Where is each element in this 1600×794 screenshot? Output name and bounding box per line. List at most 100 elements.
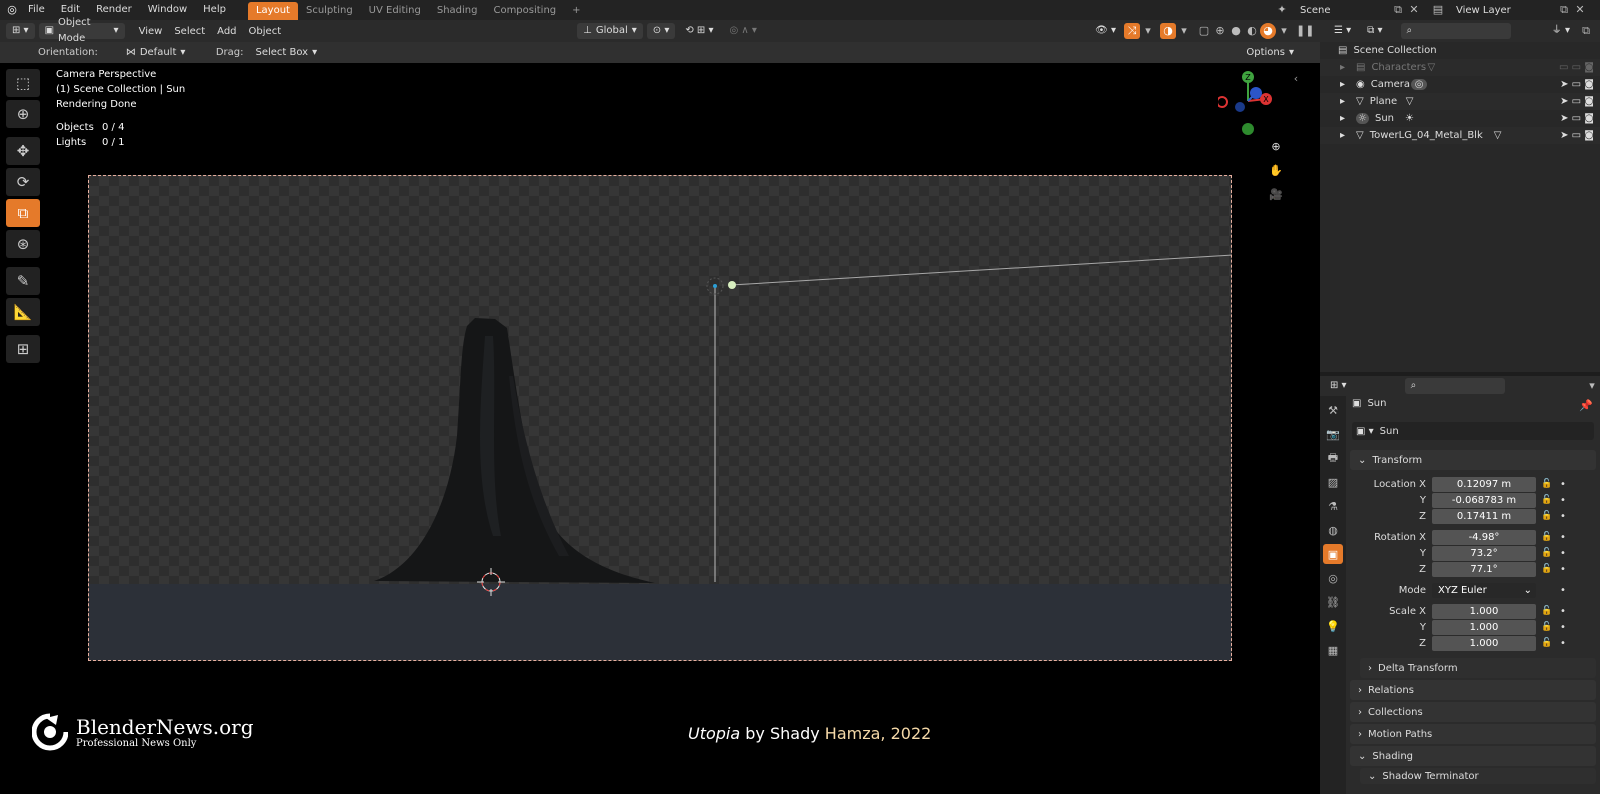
expand-arrow-icon[interactable]: ▸	[1340, 96, 1356, 107]
gizmo-toggle-icon[interactable]: ⤨	[1124, 23, 1140, 39]
tab-sculpting[interactable]: Sculpting	[298, 2, 361, 20]
wireframe-shading-icon[interactable]: ⊕	[1212, 23, 1228, 39]
blender-logo-icon[interactable]: ◎	[4, 2, 20, 18]
rendered-shading-icon[interactable]: ◕	[1260, 23, 1276, 39]
motion-paths-section[interactable]: › Motion Paths	[1350, 724, 1596, 744]
outliner-item-characters[interactable]: ▸ ▤ Characters ▽ ▭ ▭ ◙	[1320, 59, 1600, 76]
texture-tab-icon[interactable]: ▦	[1323, 640, 1343, 660]
lock-icon[interactable]: 🔓	[1540, 638, 1554, 648]
measure-tool[interactable]: 📐	[6, 298, 40, 326]
pin-icon[interactable]: 📌	[1578, 398, 1594, 414]
xray-icon[interactable]: ▢	[1196, 23, 1212, 39]
visibility-icons[interactable]: ➤ ▭ ◙	[1560, 79, 1594, 90]
lock-icon[interactable]: 🔓	[1540, 495, 1554, 505]
copy-scene-icon[interactable]: ⧉	[1390, 2, 1406, 18]
world-tab-icon[interactable]: ◍	[1323, 520, 1343, 540]
properties-options-icon[interactable]: ▾	[1584, 378, 1600, 394]
transform-orientation-dropdown[interactable]: ⊥ Global ▾	[577, 23, 643, 39]
add-cube-tool[interactable]: ⊞	[6, 335, 40, 363]
menu-view[interactable]: View	[133, 26, 169, 37]
scale-tool[interactable]: ⧉	[6, 199, 40, 227]
lock-icon[interactable]: 🔓	[1540, 532, 1554, 542]
location-y-field[interactable]: -0.068783 m	[1432, 492, 1536, 508]
object-datablock-field[interactable]: ▣ ▾ Sun	[1352, 422, 1594, 440]
keyframe-dot-icon[interactable]: •	[1558, 638, 1568, 649]
gizmo-dropdown-icon[interactable]: ▾	[1140, 23, 1156, 39]
rotation-z-field[interactable]: 77.1°	[1432, 561, 1536, 577]
lock-icon[interactable]: 🔓	[1540, 606, 1554, 616]
options-dropdown[interactable]: Options ▾	[1240, 45, 1300, 61]
3d-viewport[interactable]: ⬚ ⊕ ✥ ⟳ ⧉ ⊛ ✎ 📐 ⊞ Camera Perspective (1)…	[0, 63, 1320, 794]
pause-render-icon[interactable]: ❚❚	[1296, 23, 1314, 39]
keyframe-dot-icon[interactable]: •	[1558, 495, 1568, 506]
scale-x-field[interactable]: 1.000	[1432, 603, 1536, 619]
keyframe-dot-icon[interactable]: •	[1558, 606, 1568, 617]
physics-tab-icon[interactable]: ◎	[1323, 568, 1343, 588]
view-layer-icon[interactable]: ▤	[1430, 2, 1446, 18]
scene-name[interactable]: Scene	[1290, 5, 1390, 16]
sidebar-toggle-icon[interactable]: ‹	[1288, 71, 1304, 87]
location-x-field[interactable]: 0.12097 m	[1432, 476, 1536, 492]
pan-hand-icon[interactable]: ✋	[1268, 163, 1284, 179]
visibility-icons[interactable]: ➤ ▭ ◙	[1560, 96, 1594, 107]
keyframe-dot-icon[interactable]: •	[1558, 511, 1568, 522]
scale-y-field[interactable]: 1.000	[1432, 619, 1536, 635]
menu-file[interactable]: File	[20, 0, 53, 20]
outliner-item-camera[interactable]: ▸ ◉ Camera ◎ ➤ ▭ ◙	[1320, 76, 1600, 93]
drag-dropdown[interactable]: Select Box ▾	[249, 45, 323, 61]
transform-section-header[interactable]: ⌄ Transform	[1350, 450, 1596, 470]
expand-arrow-icon[interactable]: ▸	[1340, 130, 1356, 141]
camera-view-icon[interactable]: 🎥	[1268, 187, 1284, 203]
outliner-root[interactable]: ▤ Scene Collection	[1320, 42, 1600, 59]
keyframe-dot-icon[interactable]: •	[1558, 585, 1568, 596]
scale-z-field[interactable]: 1.000	[1432, 635, 1536, 651]
filter-dropdown[interactable]: ⏚ ▾	[1546, 23, 1576, 39]
menu-add[interactable]: Add	[211, 26, 242, 37]
tab-layout[interactable]: Layout	[247, 2, 298, 20]
lock-icon[interactable]: 🔓	[1540, 511, 1554, 521]
light-data-tab-icon[interactable]: 💡	[1323, 616, 1343, 636]
tab-uv-editing[interactable]: UV Editing	[361, 2, 429, 20]
outliner-item-sun[interactable]: ▸ ☼ Sun ☀ ➤ ▭ ◙	[1320, 110, 1600, 127]
outliner-display-mode[interactable]: ⧉ ▾	[1361, 23, 1388, 39]
lock-icon[interactable]: 🔓	[1540, 548, 1554, 558]
shading-dropdown-icon[interactable]: ▾	[1276, 23, 1292, 39]
view-layer-name[interactable]: View Layer	[1446, 5, 1556, 16]
properties-editor-type[interactable]: ⊞ ▾	[1324, 378, 1353, 394]
properties-search-input[interactable]: ⌕	[1404, 378, 1505, 394]
proportional-edit-dropdown[interactable]: ◎ ∧ ▾	[724, 23, 763, 39]
keyframe-dot-icon[interactable]: •	[1558, 532, 1568, 543]
rotate-tool[interactable]: ⟳	[6, 168, 40, 196]
keyframe-dot-icon[interactable]: •	[1558, 548, 1568, 559]
delete-scene-icon[interactable]: ✕	[1406, 2, 1422, 18]
solid-shading-icon[interactable]: ●	[1228, 23, 1244, 39]
navigation-gizmo[interactable]: Z X	[1218, 69, 1278, 139]
zoom-icon[interactable]: ⊕	[1268, 139, 1284, 155]
lock-icon[interactable]: 🔓	[1540, 622, 1554, 632]
snap-dropdown[interactable]: ⟲ ⊞ ▾	[679, 23, 719, 39]
cursor-tool[interactable]: ⊕	[6, 100, 40, 128]
render-tab-icon[interactable]: 📷	[1323, 424, 1343, 444]
visibility-dropdown[interactable]: 👁 ▾	[1089, 23, 1122, 39]
collections-section[interactable]: › Collections	[1350, 702, 1596, 722]
orientation-dropdown[interactable]: ⋈ Default ▾	[120, 45, 200, 61]
outliner-item-plane[interactable]: ▸ ▽ Plane ▽ ➤ ▭ ◙	[1320, 93, 1600, 110]
copy-view-layer-icon[interactable]: ⧉	[1556, 2, 1572, 18]
outliner-item-tower[interactable]: ▸ ▽ TowerLG_04_Metal_Blk ▽ ➤ ▭ ◙	[1320, 127, 1600, 144]
visibility-icons[interactable]: ▭ ▭ ◙	[1559, 62, 1594, 73]
tab-compositing[interactable]: Compositing	[485, 2, 564, 20]
material-shading-icon[interactable]: ◐	[1244, 23, 1260, 39]
scene-tab-icon[interactable]: ⚗	[1323, 496, 1343, 516]
menu-help[interactable]: Help	[195, 0, 234, 20]
overlay-toggle-icon[interactable]: ◑	[1160, 23, 1176, 39]
rotation-mode-dropdown[interactable]: XYZ Euler ⌄	[1432, 582, 1536, 598]
view-layer-tab-icon[interactable]: ▨	[1323, 472, 1343, 492]
location-z-field[interactable]: 0.17411 m	[1432, 508, 1536, 524]
outliner-search-input[interactable]: ⌕	[1400, 23, 1511, 39]
mode-dropdown[interactable]: ▣ Object Mode ▾	[38, 17, 125, 44]
rotation-x-field[interactable]: -4.98°	[1432, 529, 1536, 545]
keyframe-dot-icon[interactable]: •	[1558, 622, 1568, 633]
shading-section[interactable]: ⌄ Shading	[1350, 746, 1596, 766]
new-collection-icon[interactable]: ⧉	[1578, 23, 1594, 39]
lock-icon[interactable]: 🔓	[1540, 564, 1554, 574]
